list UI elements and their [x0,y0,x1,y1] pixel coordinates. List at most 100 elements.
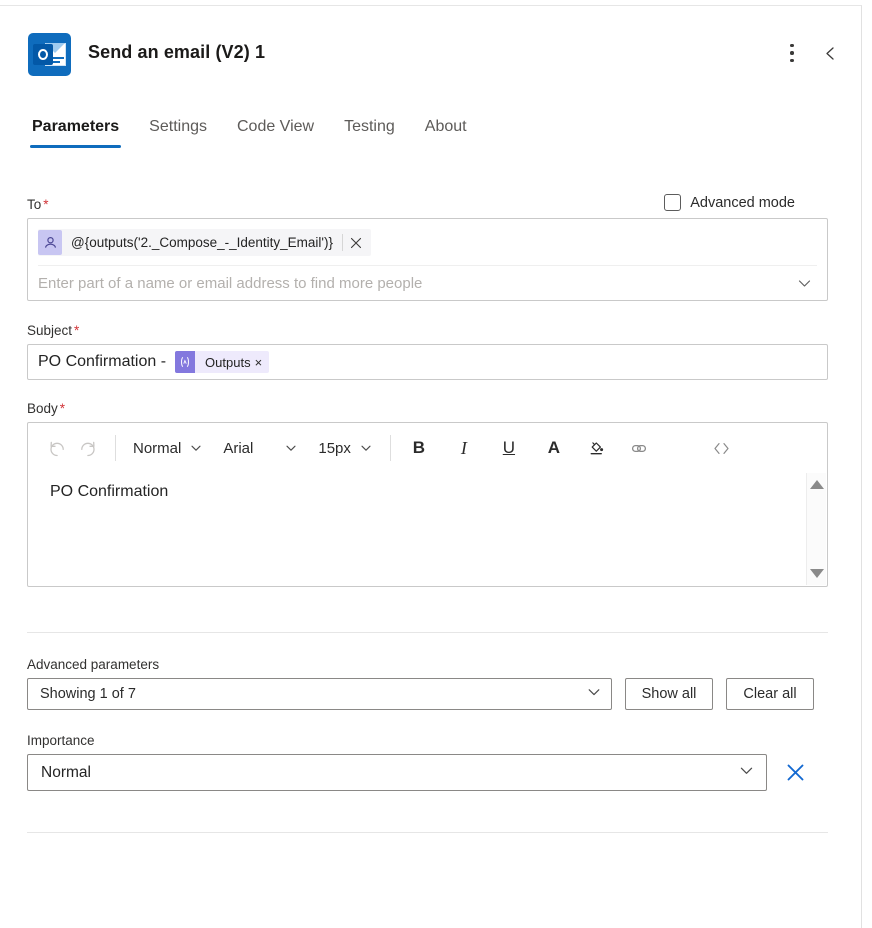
chevron-down-icon [189,441,203,455]
underline-button[interactable]: U [494,433,524,463]
advanced-mode-checkbox[interactable] [664,194,682,211]
header-actions [775,36,847,70]
chevron-down-icon [586,684,602,705]
recipient-token[interactable]: @{outputs('2._Compose_-_Identity_Email')… [38,229,371,256]
tab-bar: Parameters Settings Code View Testing Ab… [0,118,861,162]
parameters-form: Advanced mode To * @{outputs('2._Compose_… [0,194,861,833]
chevron-down-icon [738,762,755,784]
rich-text-toolbar: Normal Arial 15px B I U A [28,423,827,473]
required-marker: * [59,401,66,416]
importance-row: Normal [27,754,828,791]
bold-button[interactable]: B [404,433,434,463]
body-content-area[interactable]: PO Confirmation [28,473,827,586]
importance-value: Normal [41,763,91,781]
subject-input[interactable]: PO Confirmation - Outputs × [27,344,828,380]
remove-recipient-button[interactable] [343,230,369,255]
tab-parameters[interactable]: Parameters [30,118,122,148]
panel-header: Send an email (V2) 1 [0,6,861,96]
advanced-parameters-value: Showing 1 of 7 [40,686,136,702]
scroll-down-arrow-icon[interactable] [809,569,824,578]
tab-testing[interactable]: Testing [342,118,397,148]
kebab-dot [790,43,794,48]
to-field: Advanced mode To * @{outputs('2._Compose_… [27,194,828,301]
outputs-token[interactable]: Outputs × [175,351,270,373]
link-icon [632,444,647,452]
importance-label: Importance [27,733,95,748]
chevron-down-icon [798,280,810,287]
close-icon [350,237,362,248]
body-label: Body * [27,401,65,416]
show-all-button[interactable]: Show all [625,678,713,710]
to-input-row[interactable]: Enter part of a name or email address to… [38,265,817,301]
font-size-value: 15px [318,439,351,457]
to-search-input[interactable]: Enter part of a name or email address to… [38,275,791,292]
undo-button[interactable] [42,433,72,463]
advanced-parameters-row: Showing 1 of 7 Show all Clear all [27,678,828,710]
toolbar-divider [115,435,116,461]
recipient-token-text: @{outputs('2._Compose_-_Identity_Email')… [71,235,333,250]
advanced-mode-toggle[interactable]: Advanced mode [664,194,795,211]
redo-button[interactable] [72,433,102,463]
outlook-icon [28,33,71,76]
toolbar-divider [389,435,391,461]
advanced-parameters-field: Advanced parameters Showing 1 of 7 Show … [27,656,828,710]
advanced-parameters-label: Advanced parameters [27,657,160,672]
section-divider [27,632,828,633]
font-size-select[interactable]: 15px [314,433,377,463]
body-field: Body * Normal Arial 15px B I U A PO Conf… [27,400,828,587]
importance-field: Importance Normal [27,732,828,791]
chevron-left-icon [825,46,834,60]
subject-field: Subject * PO Confirmation - Outputs × [27,322,828,380]
subject-label: Subject * [27,323,79,338]
code-brackets-icon [714,442,729,454]
body-rich-text-editor[interactable]: Normal Arial 15px B I U A PO Confirmatio… [27,422,828,587]
highlight-icon [590,441,604,454]
subject-text: PO Confirmation - [38,353,167,370]
to-dropdown-button[interactable] [791,271,817,297]
to-label: To * [27,197,49,212]
redo-icon [80,441,95,456]
expression-icon [175,351,196,373]
underline-icon: U [502,438,516,457]
paragraph-style-select[interactable]: Normal [129,433,207,463]
scroll-up-arrow-icon[interactable] [809,480,824,489]
highlight-button[interactable] [582,433,612,463]
font-color-button[interactable]: A [539,433,569,463]
required-marker: * [43,197,49,212]
font-family-select[interactable]: Arial [219,433,302,463]
tab-about[interactable]: About [423,118,469,148]
clear-importance-button[interactable] [783,761,807,785]
to-combobox[interactable]: @{outputs('2._Compose_-_Identity_Email')… [27,218,828,301]
body-scrollbar[interactable] [806,473,826,585]
advanced-mode-label: Advanced mode [690,194,795,211]
panel-scrollbar-gutter[interactable] [862,0,872,928]
required-marker: * [74,323,80,338]
remove-outputs-token-button[interactable]: × [254,355,270,370]
code-view-button[interactable] [707,433,737,463]
clear-all-button[interactable]: Clear all [726,678,814,710]
kebab-dot [790,51,794,55]
body-label-text: Body [27,401,58,416]
kebab-dot [790,58,794,63]
chevron-down-icon [284,441,298,455]
to-label-text: To [27,197,42,212]
chevron-down-icon [359,441,373,455]
tab-settings[interactable]: Settings [147,118,209,148]
more-options-button[interactable] [775,36,809,70]
paragraph-style-value: Normal [133,439,182,457]
undo-icon [49,441,64,456]
collapse-panel-button[interactable] [813,36,847,70]
font-family-value: Arial [223,439,254,457]
importance-select[interactable]: Normal [27,754,767,791]
action-details-panel: Send an email (V2) 1 Parameters Settings… [0,5,862,928]
italic-button[interactable]: I [449,433,479,463]
insert-link-button[interactable] [625,433,655,463]
page-title: Send an email (V2) 1 [88,42,266,62]
advanced-parameters-select[interactable]: Showing 1 of 7 [27,678,612,710]
bold-icon: B [412,438,426,457]
tab-code-view[interactable]: Code View [235,118,316,148]
outputs-token-label: Outputs [205,354,251,370]
person-icon [38,230,62,255]
italic-icon: I [460,437,467,458]
subject-label-text: Subject [27,323,73,338]
